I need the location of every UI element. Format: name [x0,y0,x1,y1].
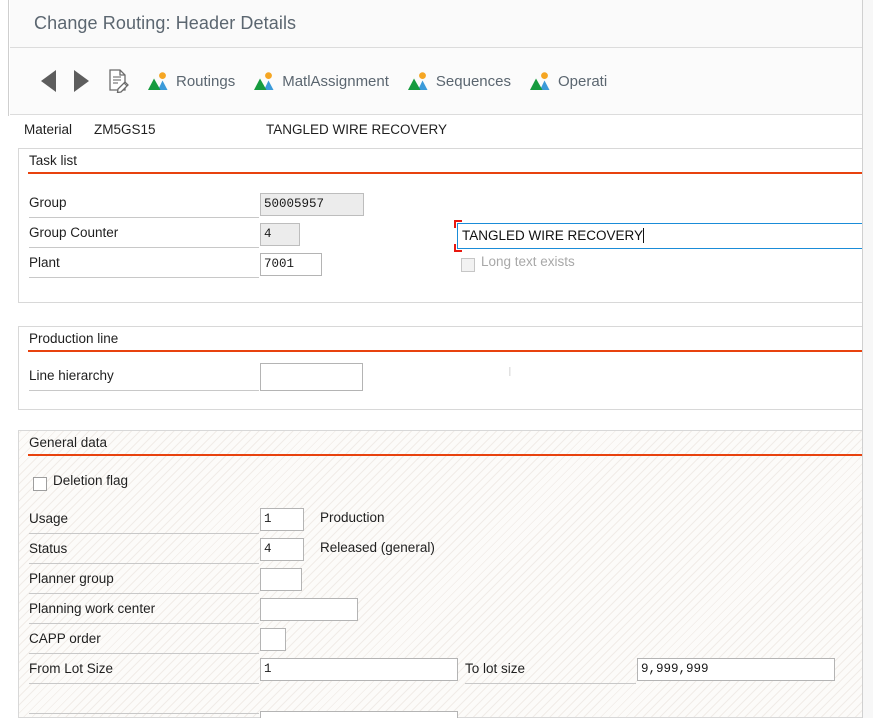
landscape-icon [253,71,275,91]
long-text-exists-checkbox [461,258,475,272]
page-title: Change Routing: Header Details [34,13,297,33]
production-line-title: Production line [29,331,119,346]
line-hierarchy-row-underline [29,390,259,391]
production-line-faint-marker: I [508,364,512,379]
task-list-title: Task list [29,153,78,168]
line-hierarchy-label: Line hierarchy [29,368,114,383]
document-edit-button[interactable] [98,61,138,101]
forward-button[interactable] [65,61,98,101]
material-description: TANGLED WIRE RECOVERY [266,122,448,137]
focus-bracket-bottom-left-icon [454,244,462,252]
toolbar-button-matl-assignment[interactable]: MatlAssignment [244,61,398,101]
usage-field[interactable]: 1 [260,508,304,531]
production-line-rule [28,350,873,352]
group-counter-row-underline [29,247,259,248]
deletion-flag-checkbox[interactable] [33,477,47,491]
general-data-panel: General data Deletion flag Usage 1 Produ… [18,430,873,718]
plant-field[interactable]: 7001 [260,253,322,276]
text-caret [643,228,645,243]
line-hierarchy-field[interactable] [260,363,363,391]
task-list-description-input[interactable]: TANGLED WIRE RECOVERY [457,223,873,249]
status-field[interactable]: 4 [260,538,304,561]
toolbar-label-matl-assignment: MatlAssignment [282,72,389,90]
material-number: ZM5GS15 [94,122,156,137]
from-lot-size-field[interactable]: 1 [260,658,458,681]
focus-bracket-top-left-icon [454,220,462,228]
planning-work-center-field[interactable] [260,598,358,621]
group-label: Group [29,195,67,210]
sap-gui-window: Change Routing: Header Details Routings … [0,0,873,718]
to-lot-size-field[interactable]: 9,999,999 [637,658,835,681]
task-list-rule [28,172,873,174]
material-label: Material [24,122,73,137]
toolbar-label-operations: Operati [557,72,608,90]
group-counter-label: Group Counter [29,225,119,240]
status-row-underline [29,563,259,564]
production-line-panel: Production line Line hierarchy I [18,326,873,410]
capp-order-row-underline [29,653,259,654]
planner-group-field[interactable] [260,568,302,591]
window-left-gutter-lower [0,116,9,718]
title-bar: Change Routing: Header Details [10,0,873,48]
application-toolbar: Routings MatlAssignment Sequences Operat… [10,48,873,115]
from-lot-size-label: From Lot Size [29,661,114,676]
window-left-gutter [0,0,9,116]
capp-order-label: CAPP order [29,631,101,646]
group-row-underline [29,217,259,218]
general-data-title: General data [29,435,108,450]
plant-row-underline [29,277,259,278]
back-button[interactable] [32,61,65,101]
deletion-flag-label: Deletion flag [53,473,129,488]
toolbar-button-operations[interactable]: Operati [520,61,616,101]
general-data-rule [28,454,873,456]
from-lot-size-row-underline [29,683,259,684]
planner-group-row-underline [29,593,259,594]
planning-work-center-label: Planning work center [29,601,156,616]
group-counter-field: 4 [260,223,300,246]
group-field: 50005957 [260,193,364,216]
status-description: Released (general) [320,540,435,555]
window-right-edge [862,0,873,718]
planning-work-center-row-underline [29,623,259,624]
document-edit-icon [107,69,129,94]
usage-row-underline [29,533,259,534]
next-row-underline [29,713,259,714]
task-list-panel: Task list Group 50005957 Group Counter 4… [18,148,873,303]
to-lot-size-label: To lot size [465,661,526,676]
usage-label: Usage [29,511,69,526]
toolbar-button-routings[interactable]: Routings [138,61,244,101]
capp-order-field[interactable] [260,628,286,651]
toolbar-label-sequences: Sequences [435,72,511,90]
toolbar-label-routings: Routings [176,72,236,90]
planner-group-label: Planner group [29,571,114,586]
toolbar-button-sequences[interactable]: Sequences [398,61,520,101]
long-text-exists-label: Long text exists [481,254,575,269]
task-list-description-wrap: TANGLED WIRE RECOVERY [454,220,873,252]
plant-label: Plant [29,255,60,270]
task-list-description-value: TANGLED WIRE RECOVERY [462,228,644,243]
landscape-icon [147,71,169,91]
usage-description: Production [320,510,385,525]
next-row-field[interactable] [260,711,458,718]
forward-arrow-icon [74,70,89,92]
to-lot-size-row-underline [465,683,636,684]
landscape-icon [529,71,551,91]
back-arrow-icon [41,70,56,92]
status-label: Status [29,541,68,556]
landscape-icon [407,71,429,91]
material-header-line: Material ZM5GS15 TANGLED WIRE RECOVERY [10,115,873,147]
